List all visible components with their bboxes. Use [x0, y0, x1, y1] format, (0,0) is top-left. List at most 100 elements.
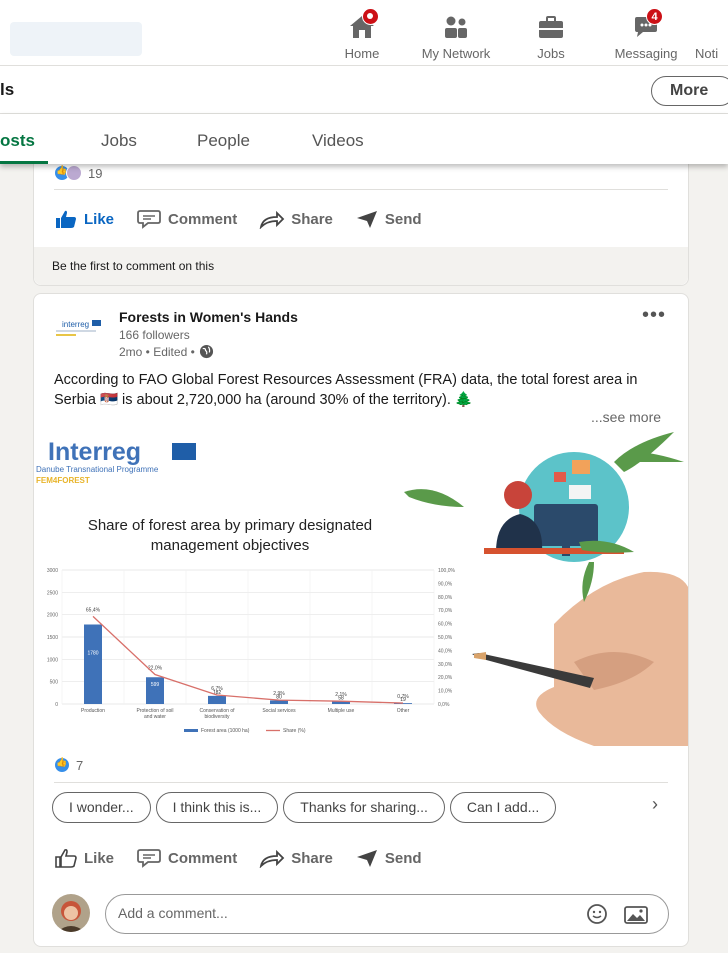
support-reaction-icon [66, 165, 82, 181]
y2-tick-label: 20,0% [438, 675, 453, 681]
like-label: Like [84, 210, 115, 228]
like-button[interactable]: Like [54, 209, 114, 229]
nav-label: Messaging [614, 46, 678, 61]
follower-count: 166 followers [119, 328, 190, 342]
nav-jobs[interactable]: Jobs [505, 14, 597, 61]
hand-with-pencil-illustration [472, 571, 688, 746]
y2-tick-label: 40,0% [438, 648, 453, 654]
comment-suggestions: I wonder... I think this is... Thanks fo… [52, 792, 561, 823]
nav-label: Home [344, 46, 380, 61]
y-tick-label: 2000 [47, 613, 58, 619]
send-button[interactable]: Send [355, 848, 422, 868]
send-label: Send [384, 210, 422, 228]
reaction-count: 7 [76, 757, 84, 773]
thumbs-up-icon [55, 848, 77, 868]
send-label: Send [384, 849, 422, 867]
like-reaction-icon [54, 757, 70, 773]
nav-label: My Network [421, 46, 491, 61]
chevron-right-icon[interactable]: › [652, 794, 658, 815]
post-timestamp: 2mo • Edited • [119, 344, 195, 359]
share-button[interactable]: Share [259, 848, 333, 868]
image-icon [624, 906, 648, 924]
svg-text:Interreg: Interreg [48, 438, 141, 466]
tab-jobs[interactable]: Jobs [101, 131, 137, 151]
suggestion-chip[interactable]: I wonder... [52, 792, 151, 823]
comment-placeholder: Add a comment... [118, 905, 228, 921]
comment-button[interactable]: Comment [136, 848, 237, 868]
tab-videos[interactable]: Videos [312, 131, 364, 151]
send-icon [356, 211, 377, 228]
post-actions: Like Comment Share Send [54, 848, 444, 868]
y2-tick-label: 100,0% [438, 568, 456, 574]
page-title: ls [0, 80, 15, 99]
network-icon [441, 14, 471, 40]
line-value-label: 65,4% [86, 607, 101, 613]
legend-label: Share (%) [283, 728, 306, 734]
reactions-summary[interactable]: 7 [54, 757, 83, 773]
organization-logo[interactable]: interreg [54, 316, 112, 344]
organization-name[interactable]: Forests in Women's Hands [119, 309, 298, 325]
comment-label: Comment [168, 210, 238, 228]
see-more-link[interactable]: ...see more [591, 409, 661, 425]
message-count-badge: 4 [646, 8, 663, 25]
reactions-summary[interactable]: 19 [54, 165, 102, 181]
y2-tick-label: 90,0% [438, 581, 453, 587]
post-meta: 2mo • Edited • [119, 344, 214, 359]
filter-tabs: osts Jobs People Videos [0, 114, 728, 164]
share-button[interactable]: Share [259, 209, 333, 229]
reaction-count: 19 [88, 165, 103, 181]
tab-posts[interactable]: osts [0, 131, 35, 151]
y2-tick-label: 30,0% [438, 662, 453, 668]
image-chart-title-line2: management objectives [151, 537, 309, 554]
y-tick-label: 2500 [47, 590, 58, 596]
line-value-label: 2,1% [335, 692, 347, 698]
y2-tick-label: 0,0% [438, 702, 450, 708]
search-input[interactable] [10, 22, 142, 56]
y-tick-label: 0 [55, 702, 58, 708]
comment-icon [137, 210, 161, 229]
chart-bar [208, 695, 226, 704]
nav-my-network[interactable]: My Network [410, 14, 502, 61]
y-tick-label: 500 [50, 680, 59, 686]
comment-input[interactable]: Add a comment... [105, 894, 669, 934]
x-tick-label: biodiversity [204, 714, 230, 720]
nav-home[interactable]: Home [316, 8, 408, 61]
x-tick-label: Other [397, 708, 410, 714]
post-image[interactable]: Interreg Danube Transnational Programme … [34, 432, 688, 746]
post-options-icon[interactable]: ••• [642, 304, 666, 327]
forest-area-chart: 0 500 1000 1500 2000 2500 3000 0,0% 10,0% 20,0% 30… [34, 560, 470, 746]
home-icon [347, 8, 379, 40]
more-button[interactable]: More [651, 76, 728, 106]
nav-notifications[interactable]: Noti [695, 14, 728, 61]
comment-button[interactable]: Comment [136, 209, 237, 229]
suggestion-chip[interactable]: Thanks for sharing... [283, 792, 445, 823]
y2-tick-label: 60,0% [438, 622, 453, 628]
x-tick-label: Multiple use [328, 708, 355, 714]
share-label: Share [291, 210, 333, 228]
suggestion-chip[interactable]: Can I add... [449, 792, 557, 823]
suggestion-chip[interactable]: I think this is... [155, 792, 279, 823]
bar-value-label: 599 [151, 682, 160, 688]
thumbs-up-icon [56, 210, 76, 228]
y2-tick-label: 70,0% [438, 608, 453, 614]
notification-dot [362, 8, 379, 25]
nav-messaging[interactable]: 4 Messaging [600, 8, 692, 61]
line-value-label: 2,9% [273, 691, 285, 697]
send-icon [356, 850, 377, 867]
emoji-icon [587, 904, 607, 924]
x-tick-label: Social services [262, 708, 296, 714]
tab-people[interactable]: People [197, 131, 250, 151]
chart-bar [84, 624, 102, 704]
y2-tick-label: 50,0% [438, 635, 453, 641]
divider [54, 189, 668, 190]
line-value-label: 0,7% [397, 694, 409, 700]
divider [54, 782, 668, 783]
briefcase-icon [536, 14, 566, 40]
avatar[interactable] [52, 894, 90, 932]
comment-label: Comment [168, 849, 238, 867]
send-button[interactable]: Send [355, 209, 422, 229]
image-chart-title-line1: Share of forest area by primary designat… [88, 517, 372, 534]
bell-icon [715, 14, 728, 40]
svg-text:Danube Transnational Programme: Danube Transnational Programme [36, 465, 159, 474]
like-button[interactable]: Like [54, 848, 114, 868]
